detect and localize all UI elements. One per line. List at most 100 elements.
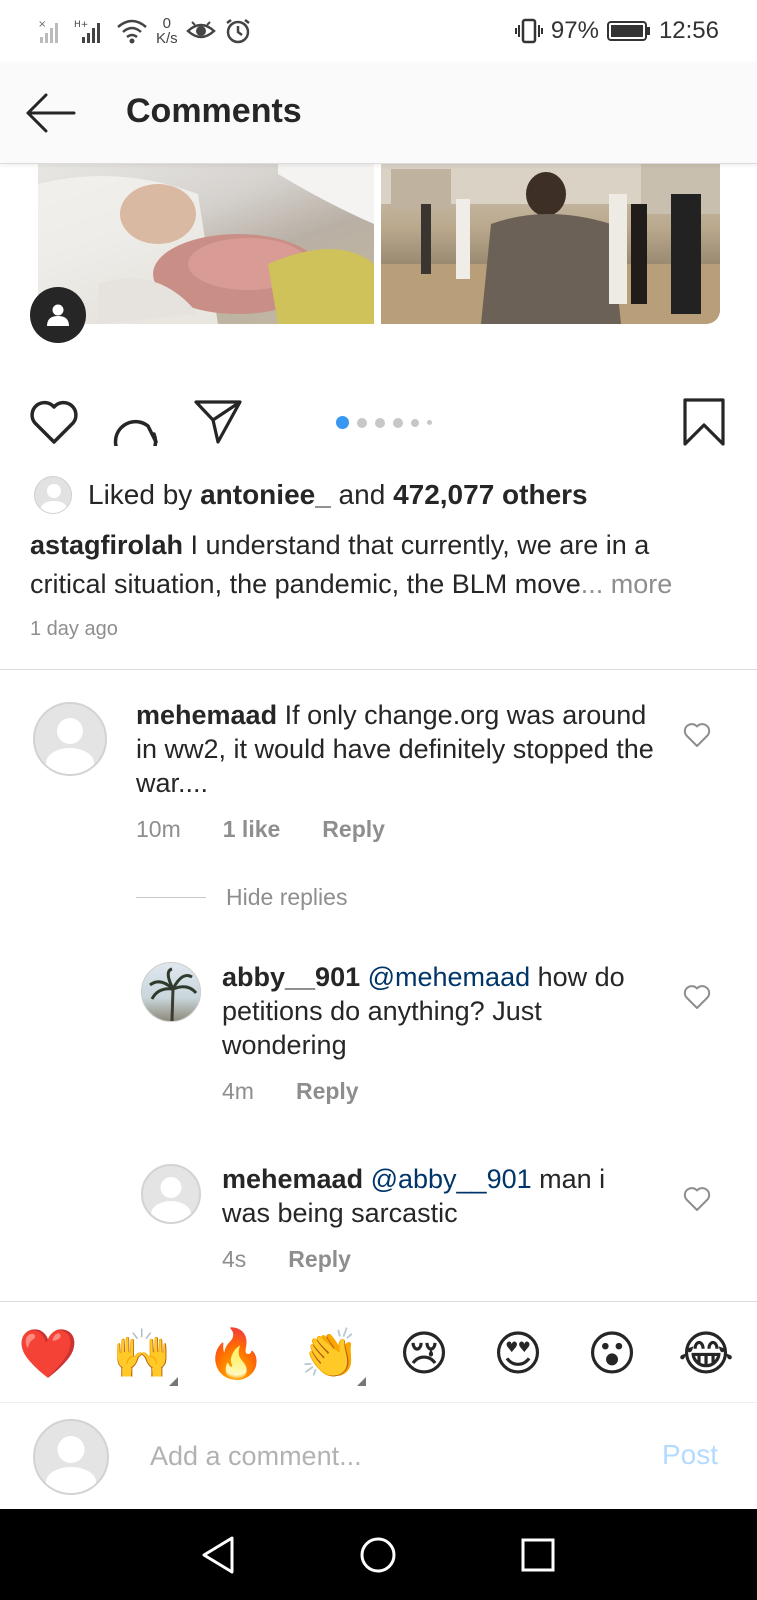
page-title: Comments (126, 92, 302, 130)
reply-button[interactable]: Reply (288, 1246, 351, 1273)
reply-button[interactable]: Reply (322, 816, 385, 843)
save-button[interactable] (676, 394, 732, 450)
reply-meta: 4m Reply (222, 1078, 359, 1105)
network-speed: 0 K/s (156, 16, 178, 46)
reply-text: mehemaad @abby__901 man i was being sarc… (222, 1162, 652, 1230)
emoji-clapping-hands-glyph: 👏 (300, 1326, 360, 1382)
emoji-tears-of-joy-button[interactable]: 😂 (676, 1324, 736, 1384)
triangle-back-icon (202, 1536, 234, 1574)
caption-more-link[interactable]: ... more (581, 569, 673, 599)
comment-text: mehemaad If only change.org was around i… (136, 698, 656, 800)
heart-outline-icon (683, 1187, 711, 1211)
heart-outline-icon (683, 985, 711, 1009)
comment-likes-count[interactable]: 1 like (223, 816, 281, 843)
comment-time: 10m (136, 816, 181, 842)
post-comment-button[interactable]: Post (662, 1439, 718, 1471)
caption-username[interactable]: astagfirolah (30, 530, 183, 560)
default-avatar-icon (40, 484, 68, 513)
like-comment-button[interactable] (680, 718, 714, 752)
carousel-dot (427, 420, 432, 425)
comment-composer: Post (0, 1403, 757, 1509)
back-button[interactable] (22, 86, 78, 140)
emoji-open-mouth-button[interactable]: 😮 (582, 1324, 642, 1384)
emoji-heart-eyes-button[interactable]: 😍 (488, 1324, 548, 1384)
battery-percent: 97% (550, 17, 599, 44)
square-recents-icon (521, 1538, 555, 1572)
battery-icon (606, 21, 650, 41)
reply-time: 4m (222, 1078, 254, 1104)
status-left: × H+ 0 K/s (38, 14, 252, 48)
liker-avatar (34, 476, 72, 514)
reply-meta: 4s Reply (222, 1246, 351, 1273)
post-carousel-image[interactable] (38, 164, 720, 324)
commenter-avatar[interactable] (33, 702, 107, 776)
emoji-clapping-hands-button[interactable]: 👏 (300, 1324, 366, 1386)
heart-outline-icon (30, 400, 78, 444)
post-timestamp: 1 day ago (30, 618, 118, 640)
emoji-raising-hands-button[interactable]: 🙌 (112, 1324, 178, 1386)
comment-input[interactable] (150, 1433, 630, 1479)
own-avatar (33, 1419, 109, 1495)
hide-replies-button[interactable]: Hide replies (136, 884, 347, 911)
alarm-icon (225, 19, 250, 44)
vibrate-icon (514, 18, 543, 44)
paper-plane-icon (194, 400, 242, 444)
nav-back-button[interactable] (194, 1531, 242, 1579)
photo-left-art (38, 164, 374, 324)
comment-button[interactable] (108, 394, 164, 450)
emoji-fire-button[interactable]: 🔥 (206, 1324, 266, 1384)
skin-tone-indicator (357, 1377, 366, 1386)
clock: 12:56 (658, 17, 719, 44)
like-reply-button[interactable] (680, 1182, 714, 1216)
emoji-quick-bar: ❤️ 🙌 🔥 👏 😢 😍 😮 😂 (0, 1301, 757, 1403)
tagged-users-button[interactable] (30, 287, 86, 343)
skin-tone-indicator (169, 1377, 178, 1386)
emoji-red-heart-button[interactable]: ❤️ (18, 1324, 78, 1384)
like-reply-button[interactable] (680, 980, 714, 1014)
heart-outline-icon (683, 723, 711, 747)
replier-avatar[interactable] (141, 1164, 201, 1224)
bookmark-icon (683, 398, 725, 446)
replier-avatar[interactable] (141, 962, 201, 1022)
emoji-crying-face-button[interactable]: 😢 (394, 1324, 454, 1384)
hide-replies-label: Hide replies (226, 884, 348, 910)
reply-username[interactable]: mehemaad (222, 1164, 363, 1194)
liked-by-connector: and (330, 479, 394, 510)
avatar-head (57, 718, 83, 744)
eye-icon (185, 21, 216, 39)
avatar-body (46, 748, 94, 774)
reply-time: 4s (222, 1246, 247, 1272)
like-post-button[interactable] (26, 394, 82, 450)
post-photo-left (38, 164, 374, 324)
status-right: 97% 12:56 (514, 14, 719, 48)
post-caption: astagfirolah I understand that currently… (30, 526, 730, 604)
app-header: Comments (0, 62, 757, 164)
signal-sim2-icon: H+ (74, 20, 100, 43)
likes-count[interactable]: 472,077 others (393, 479, 588, 510)
photo-right-art (381, 164, 720, 324)
wifi-icon (117, 19, 147, 44)
carousel-dot (357, 417, 367, 428)
hide-replies-line (136, 897, 206, 898)
reply-button[interactable]: Reply (296, 1078, 359, 1105)
nav-home-button[interactable] (354, 1531, 402, 1579)
comment-bubble-icon (113, 419, 158, 446)
liked-by-text: Liked by antoniee_ and 472,077 others (88, 479, 588, 511)
first-liker-username[interactable]: antoniee_ (200, 479, 331, 510)
reply-text: abby__901 @mehemaad how do petitions do … (222, 960, 652, 1062)
avatar-body (151, 1201, 191, 1222)
avatar-head (160, 1177, 182, 1198)
comment-meta: 10m 1 like Reply (136, 816, 385, 843)
circle-home-icon (360, 1537, 396, 1573)
reply-mention[interactable]: @mehemaad (360, 962, 531, 992)
liked-by-row[interactable]: Liked by antoniee_ and 472,077 others (34, 476, 588, 514)
signal-sim1-icon: × (38, 19, 58, 43)
share-button[interactable] (190, 394, 246, 450)
arrow-left-icon (26, 93, 76, 133)
nav-recents-button[interactable] (514, 1531, 562, 1579)
system-nav-bar (0, 1509, 757, 1600)
reply-username[interactable]: abby__901 (222, 962, 360, 992)
post-actions (0, 394, 757, 450)
comment-username[interactable]: mehemaad (136, 700, 277, 730)
reply-mention[interactable]: @abby__901 (363, 1164, 532, 1194)
